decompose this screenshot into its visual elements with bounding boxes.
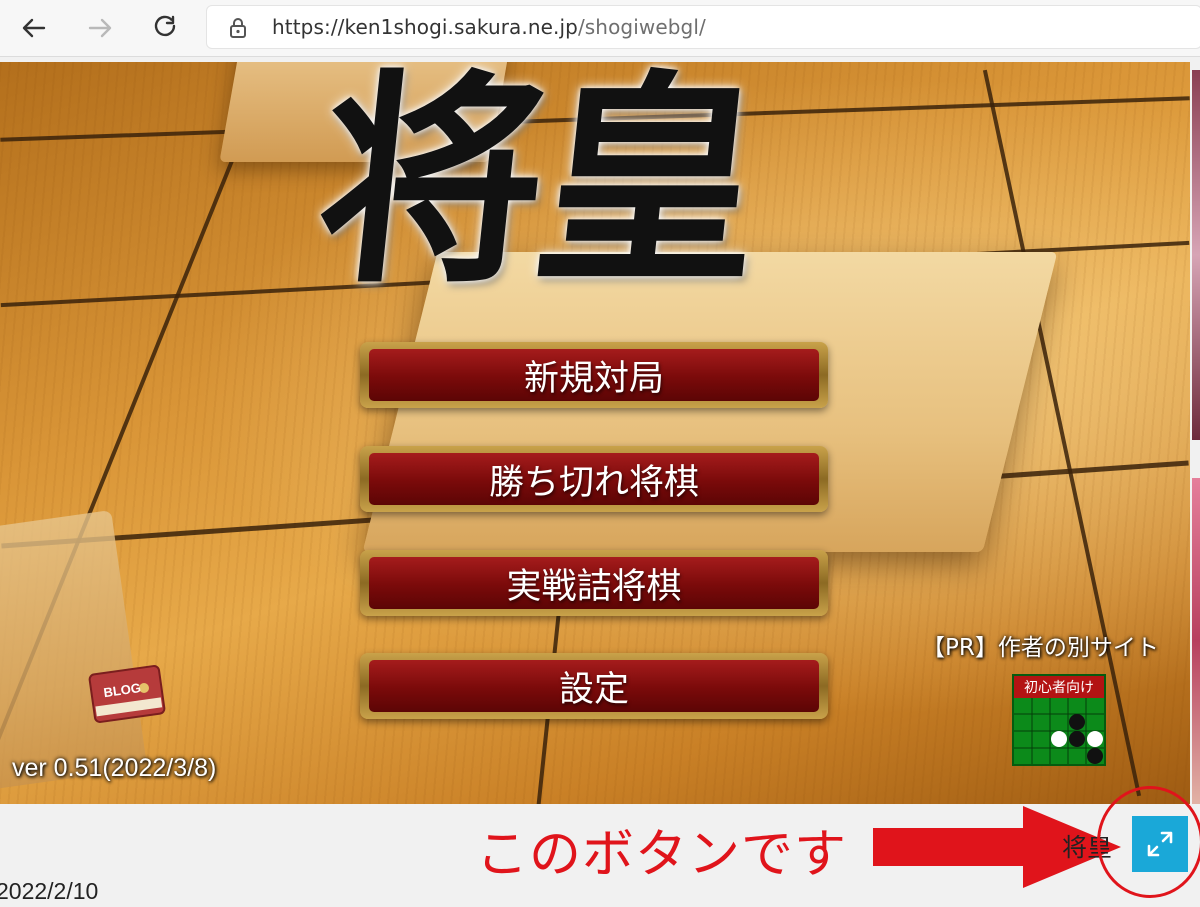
game-logo: 将皇 (306, 62, 768, 314)
address-bar[interactable]: https://ken1shogi.sakura.ne.jp/shogiwebg… (206, 5, 1200, 49)
tsume-shogi-button[interactable]: 実戦詰将棋 (360, 550, 828, 616)
pr-text: 【PR】作者の別サイト (922, 635, 1159, 661)
kachikire-shogi-label: 勝ち切れ将棋 (369, 453, 819, 505)
lock-icon[interactable] (229, 17, 247, 43)
new-game-label: 新規対局 (369, 349, 819, 401)
blog-book-icon[interactable]: BLOG (84, 662, 170, 724)
othello-label: 初心者向け (1014, 676, 1104, 698)
forward-button[interactable] (80, 8, 120, 48)
back-button[interactable] (14, 8, 54, 48)
settings-button[interactable]: 設定 (360, 653, 828, 719)
game-canvas[interactable]: 将皇 新規対局 勝ち切れ将棋 実戦詰将棋 設定 BLOG ver 0.51(20… (0, 62, 1190, 804)
arrow-left-icon (22, 18, 46, 38)
side-ad-image[interactable] (1192, 478, 1200, 804)
url-host: https://ken1shogi.sakura.ne.jp (272, 15, 578, 39)
side-ad-image[interactable] (1192, 70, 1200, 440)
tsume-shogi-label: 実戦詰将棋 (369, 557, 819, 609)
othello-site-banner[interactable]: 初心者向け (1012, 674, 1106, 766)
url-path: /shogiwebgl/ (577, 15, 706, 39)
highlight-circle (1097, 786, 1200, 898)
annotation-text: このボタンです (476, 825, 848, 885)
reload-button[interactable] (146, 8, 186, 48)
url-text[interactable]: https://ken1shogi.sakura.ne.jp/shogiwebg… (272, 15, 706, 39)
version-text: ver 0.51(2022/3/8) (12, 754, 217, 782)
date-text: 2022/2/10 (0, 878, 99, 904)
new-game-button[interactable]: 新規対局 (360, 342, 828, 408)
reload-icon (154, 15, 176, 37)
browser-toolbar: https://ken1shogi.sakura.ne.jp/shogiwebg… (0, 0, 1200, 57)
arrow-right-icon (88, 18, 112, 38)
kachikire-shogi-button[interactable]: 勝ち切れ将棋 (360, 446, 828, 512)
settings-label: 設定 (369, 660, 819, 712)
